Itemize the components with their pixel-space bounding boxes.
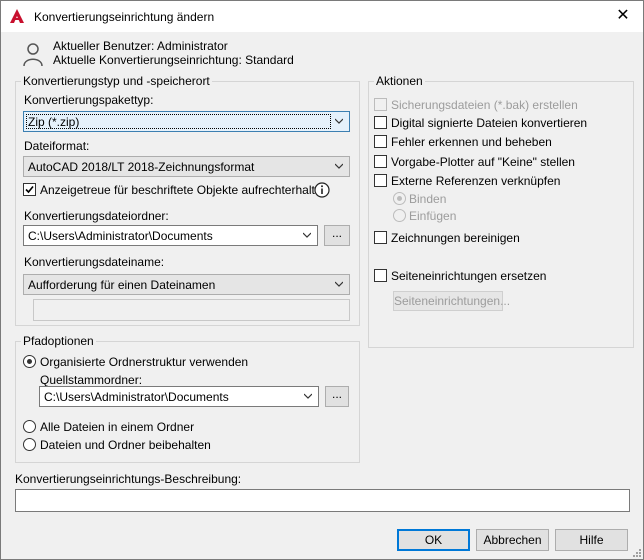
- actions-legend: Aktionen: [374, 74, 425, 88]
- page-setup-button[interactable]: Seiteneinrichtungen...: [393, 291, 510, 311]
- ok-button[interactable]: OK: [397, 529, 470, 551]
- filename-dropdown[interactable]: Aufforderung für einen Dateinamen: [23, 274, 350, 295]
- digital-label[interactable]: Digital signierte Dateien konvertieren: [391, 116, 587, 130]
- all-in-one-radio[interactable]: [23, 420, 36, 433]
- source-root-browse-button[interactable]: ...: [325, 386, 349, 407]
- radio-dot: [27, 359, 32, 364]
- source-root-label: Quellstammordner:: [40, 373, 143, 387]
- organized-label[interactable]: Organisierte Ordnerstruktur verwenden: [40, 355, 248, 369]
- annotative-checkbox[interactable]: [23, 183, 36, 196]
- xref-label[interactable]: Externe Referenzen verknüpfen: [391, 174, 560, 188]
- page-setup-label[interactable]: Seiteneinrichtungen ersetzen: [391, 269, 546, 283]
- insert-radio[interactable]: [393, 209, 406, 222]
- file-format-value: AutoCAD 2018/LT 2018-Zeichnungsformat: [28, 160, 255, 174]
- filename-label: Konvertierungsdateiname:: [24, 255, 165, 269]
- close-icon: ✕: [616, 7, 630, 24]
- filename-value: Aufforderung für einen Dateinamen: [28, 278, 216, 292]
- backup-label[interactable]: Sicherungsdateien (*.bak) erstellen: [391, 98, 578, 112]
- backup-checkbox[interactable]: [374, 98, 387, 111]
- filename-textbox: [33, 299, 350, 321]
- folder-value: C:\Users\Administrator\Documents: [28, 229, 213, 243]
- description-input[interactable]: [15, 489, 630, 512]
- purge-label[interactable]: Zeichnungen bereinigen: [391, 231, 520, 245]
- bind-label[interactable]: Binden: [409, 192, 446, 206]
- user-icon: [23, 43, 43, 67]
- annotative-label[interactable]: Anzeigetreue für beschriftete Objekte au…: [40, 183, 328, 197]
- plotter-checkbox[interactable]: [374, 155, 387, 168]
- checkmark-icon: [25, 185, 34, 194]
- chevron-down-icon: [335, 281, 343, 287]
- xref-checkbox[interactable]: [374, 174, 387, 187]
- bind-radio[interactable]: [393, 192, 406, 205]
- folder-browse-button[interactable]: ...: [324, 225, 350, 246]
- description-label: Konvertierungseinrichtungs-Beschreibung:: [15, 472, 242, 486]
- current-user-text: Aktueller Benutzer: Administrator: [53, 39, 228, 53]
- help-button[interactable]: Hilfe: [555, 529, 628, 551]
- source-root-value: C:\Users\Administrator\Documents: [44, 390, 229, 404]
- close-button[interactable]: ✕: [603, 1, 643, 31]
- current-setup-text: Aktuelle Konvertierungseinrichtung: Stan…: [53, 53, 294, 67]
- path-options-legend: Pfadoptionen: [21, 334, 96, 348]
- radio-dot: [397, 196, 402, 201]
- title-bar: Konvertierungseinrichtung ändern ✕: [1, 1, 643, 32]
- conversion-group-legend: Konvertierungstyp und -speicherort: [21, 74, 212, 88]
- package-type-dropdown[interactable]: Zip (*.zip): [23, 111, 350, 132]
- file-format-dropdown[interactable]: AutoCAD 2018/LT 2018-Zeichnungsformat: [23, 156, 350, 177]
- package-type-label: Konvertierungspakettyp:: [24, 93, 154, 107]
- insert-label[interactable]: Einfügen: [409, 209, 456, 223]
- chevron-down-icon: [304, 393, 312, 399]
- errors-checkbox[interactable]: [374, 135, 387, 148]
- package-type-value: Zip (*.zip): [28, 115, 80, 129]
- autocad-logo-icon: [10, 9, 24, 23]
- organized-radio[interactable]: [23, 355, 36, 368]
- purge-checkbox[interactable]: [374, 231, 387, 244]
- info-icon[interactable]: [314, 182, 330, 198]
- chevron-down-icon: [335, 118, 343, 124]
- resize-grip-icon[interactable]: [631, 547, 641, 557]
- window-title: Konvertierungseinrichtung ändern: [34, 10, 215, 24]
- plotter-label[interactable]: Vorgabe-Plotter auf "Keine" stellen: [391, 155, 575, 169]
- file-format-label: Dateiformat:: [24, 139, 90, 153]
- chevron-down-icon: [335, 163, 343, 169]
- keep-structure-label[interactable]: Dateien und Ordner beibehalten: [40, 438, 211, 452]
- page-setup-checkbox[interactable]: [374, 269, 387, 282]
- chevron-down-icon: [303, 232, 311, 238]
- cancel-button[interactable]: Abbrechen: [476, 529, 549, 551]
- all-in-one-label[interactable]: Alle Dateien in einem Ordner: [40, 420, 194, 434]
- keep-structure-radio[interactable]: [23, 438, 36, 451]
- errors-label[interactable]: Fehler erkennen und beheben: [391, 135, 552, 149]
- digital-checkbox[interactable]: [374, 116, 387, 129]
- dialog-window: Konvertierungseinrichtung ändern ✕ Aktue…: [0, 0, 644, 560]
- source-root-dropdown[interactable]: C:\Users\Administrator\Documents: [39, 386, 319, 407]
- folder-dropdown[interactable]: C:\Users\Administrator\Documents: [23, 225, 318, 246]
- folder-label: Konvertierungsdateiordner:: [24, 209, 169, 223]
